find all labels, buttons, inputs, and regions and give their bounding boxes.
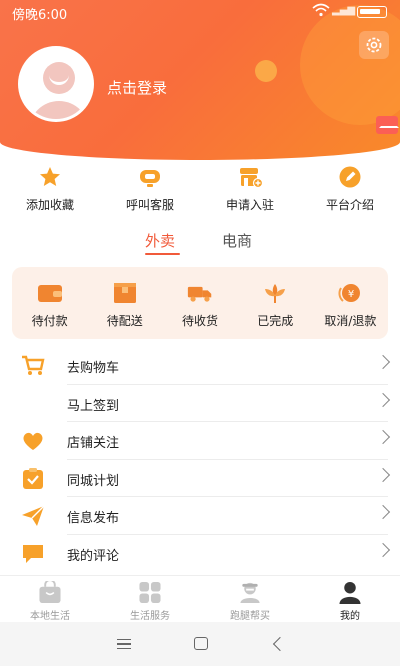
battery-icon [357,6,387,18]
back-icon[interactable] [272,636,288,652]
system-navigation-bar [0,622,400,666]
order-status-label: 待配送 [106,314,143,328]
quick-action-label: 平台介绍 [325,198,374,212]
gear-icon [366,37,382,53]
order-status-panel: 待付款 待配送 待收货 已完成 ¥ 取消/退款 [12,267,388,339]
flower-icon [265,284,286,303]
chevron-right-icon [375,467,391,482]
order-status-label: 已完成 [257,314,294,328]
order-status-completed[interactable]: 已完成 [238,267,313,339]
status-time: 傍晚6:00 [12,8,68,23]
menu-item-label: 去购物车 [67,361,120,376]
quick-action-label: 呼叫客服 [125,198,174,212]
wallet-icon [37,285,62,302]
quick-action-apply[interactable]: 申请入驻 [200,160,300,216]
signal-icon: ▂▄▆ [332,5,356,16]
quick-action-label: 申请入驻 [225,198,274,212]
quick-action-favorites[interactable]: 添加收藏 [0,160,100,216]
tab-ecommerce[interactable]: 电商 [222,230,252,251]
menu-item-label: 同城计划 [67,473,120,489]
order-status-to-deliver[interactable]: 待配送 [87,267,162,339]
headset-icon [137,164,163,190]
order-status-refund[interactable]: ¥ 取消/退款 [313,267,388,339]
nav-local-life[interactable]: 本地生活 [0,576,100,622]
order-status-label: 待付款 [31,314,68,328]
menu-item-post-info[interactable]: 信息发布 [0,497,400,535]
nav-errand[interactable]: 跑腿帮买 [200,576,300,622]
grid-icon [139,581,161,604]
order-status-to-receive[interactable]: 待收货 [162,267,237,339]
menu-item-cart[interactable]: 去购物车 [0,347,400,385]
home-icon[interactable] [194,637,208,650]
menu-item-label: 马上签到 [67,398,120,414]
profile-header: 傍晚6:00 ▂▄▆ 点击登录 [0,0,400,160]
menu-item-label: 我的评论 [67,548,120,564]
quick-action-intro[interactable]: 平台介绍 [300,160,400,216]
truck-icon [187,286,212,302]
yen-refund-icon: ¥ [338,284,361,302]
quick-action-label: 添加收藏 [25,198,74,212]
store-add-icon [237,164,263,190]
menu-icon[interactable] [117,639,131,649]
avatar-body [29,101,89,119]
chevron-right-icon [375,354,391,370]
status-bar: 傍晚6:00 ▂▄▆ [0,0,400,24]
nav-life-services[interactable]: 生活服务 [100,576,200,622]
menu-item-checkin[interactable]: 马上签到 [0,385,400,422]
login-link[interactable]: 点击登录 [107,77,167,98]
pencil-icon [337,164,363,190]
menu-item-label: 信息发布 [67,511,120,526]
tab-takeout[interactable]: 外卖 [145,230,175,251]
chevron-right-icon [375,429,391,445]
nav-label: 本地生活 [30,611,70,622]
paper-plane-icon [22,505,45,526]
menu-item-label: 店铺关注 [67,436,120,451]
order-status-unpaid[interactable]: 待付款 [12,267,87,339]
nav-label: 我的 [340,611,360,622]
menu-item-city-plan[interactable]: 同城计划 [0,460,400,497]
nav-mine[interactable]: 我的 [300,576,400,622]
box-icon [113,283,136,303]
menu-item-my-comments[interactable]: 我的评论 [0,535,400,573]
chevron-right-icon [375,504,391,520]
quick-actions: 添加收藏 呼叫客服 申请入驻 平台介绍 [0,160,400,216]
envelope-icon[interactable] [376,116,399,134]
comment-icon [23,544,43,563]
order-type-tabs: 外卖 电商 [0,226,400,256]
cart-icon [22,355,45,375]
wifi-icon [312,3,330,20]
chevron-right-icon [375,542,391,557]
star-icon [37,164,63,190]
avatar[interactable] [18,46,94,122]
nav-label: 生活服务 [130,611,170,622]
bottom-navigation: 本地生活 生活服务 跑腿帮买 我的 [0,575,400,622]
menu-item-followed-shops[interactable]: 店铺关注 [0,422,400,460]
quick-action-service[interactable]: 呼叫客服 [100,160,200,216]
clipboard-check-icon [23,467,43,489]
order-status-label: 取消/退款 [324,314,377,328]
active-tab-indicator [145,253,180,255]
order-status-label: 待收货 [182,314,219,328]
svg-text:¥: ¥ [348,289,354,300]
menu-list: 去购物车 马上签到 店铺关注 同城计划 信息发布 我的评论 [0,347,400,572]
bag-icon [39,581,61,604]
settings-button[interactable] [359,31,389,59]
chevron-right-icon [375,392,391,407]
decor-dot [255,60,277,82]
courier-icon [240,582,260,604]
nav-label: 跑腿帮买 [230,611,270,622]
heart-icon [23,432,43,450]
person-icon [339,581,361,604]
